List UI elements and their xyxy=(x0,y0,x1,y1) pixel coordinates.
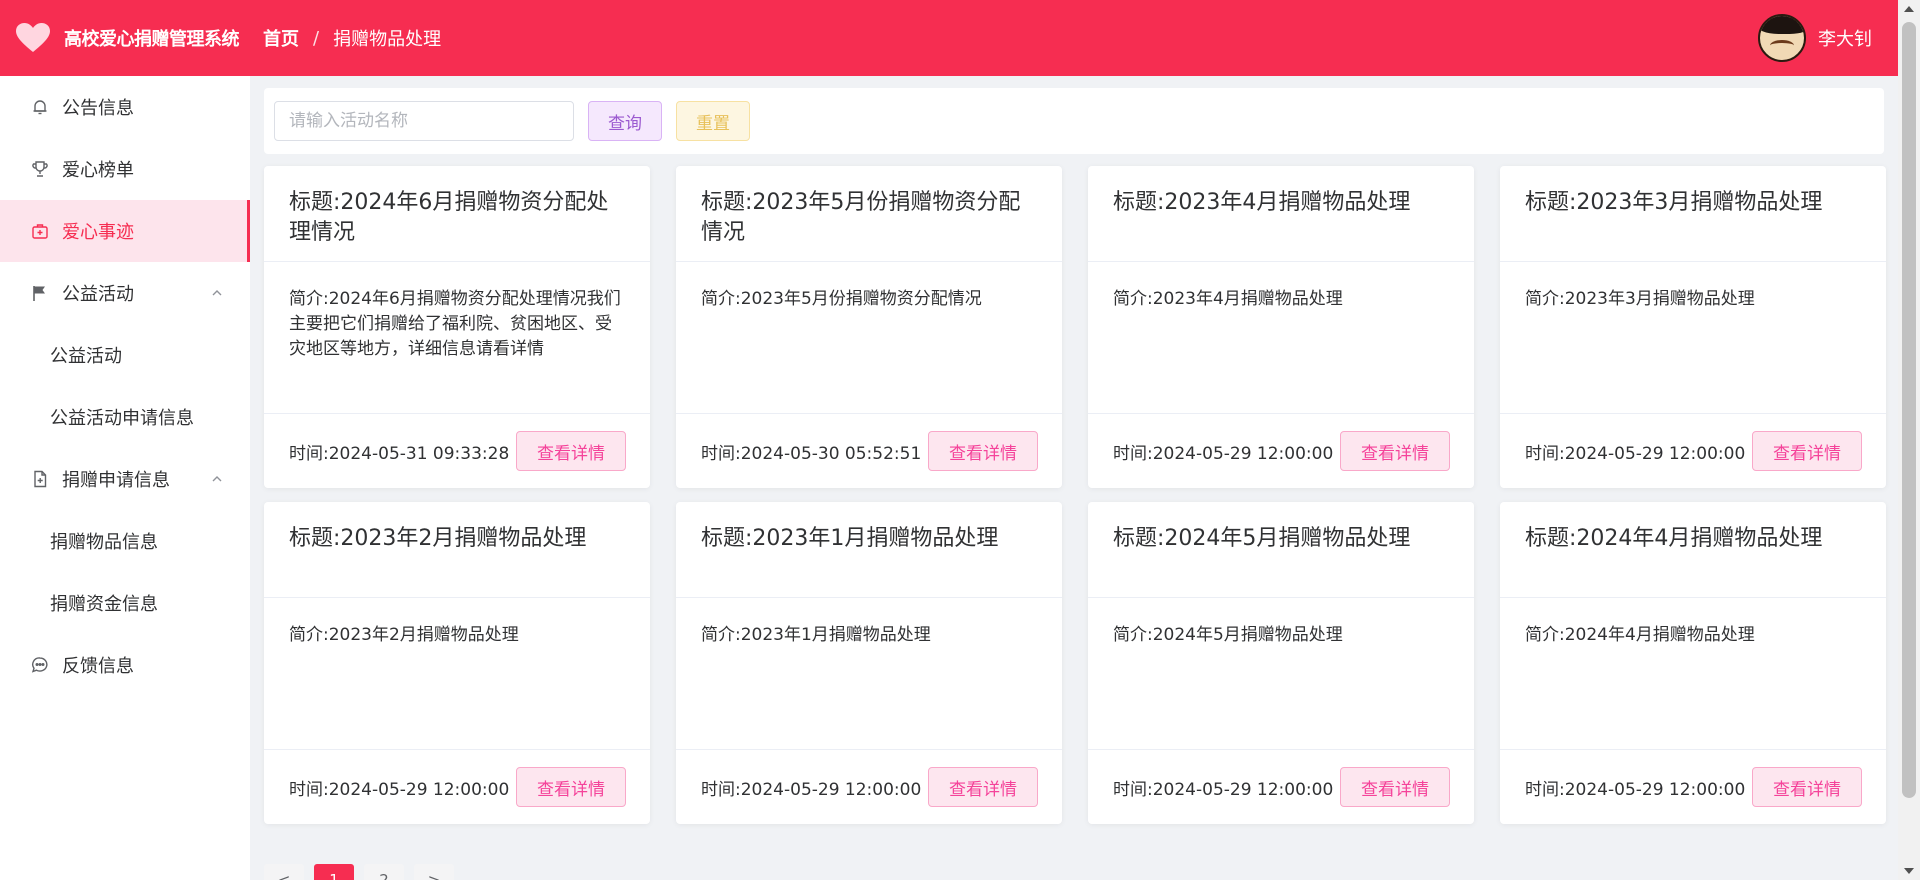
card-time: 时间:2024-05-29 12:00:00 xyxy=(1113,443,1334,464)
view-details-button[interactable]: 查看详情 xyxy=(1340,431,1450,471)
chat-icon xyxy=(30,655,50,675)
search-input[interactable] xyxy=(274,101,574,141)
card-title: 标题:2024年5月捐赠物品处理 xyxy=(1088,502,1474,598)
user-menu[interactable]: 李大钊 xyxy=(1758,0,1872,76)
sidebar-item-donation-applications[interactable]: 捐赠申请信息 xyxy=(0,448,250,510)
view-details-button[interactable]: 查看详情 xyxy=(1340,767,1450,807)
card-intro: 简介:2023年2月捐赠物品处理 xyxy=(264,598,650,750)
sidebar-item-label: 公益活动 xyxy=(50,346,122,367)
story-card: 标题:2024年4月捐赠物品处理 简介:2024年4月捐赠物品处理 时间:202… xyxy=(1500,502,1886,824)
sidebar-item-label: 捐赠申请信息 xyxy=(62,470,170,491)
card-title: 标题:2023年5月份捐赠物资分配情况 xyxy=(676,166,1062,262)
card-time: 时间:2024-05-29 12:00:00 xyxy=(1525,779,1746,800)
pagination: < 1 2 > xyxy=(264,864,464,880)
sidebar-item-feedback[interactable]: 反馈信息 xyxy=(0,634,250,696)
card-time: 时间:2024-05-29 12:00:00 xyxy=(1525,443,1746,464)
card-title: 标题:2023年3月捐赠物品处理 xyxy=(1500,166,1886,262)
page-scrollbar[interactable] xyxy=(1898,0,1920,880)
sidebar-item-label: 公告信息 xyxy=(62,98,134,119)
card-intro: 简介:2023年4月捐赠物品处理 xyxy=(1088,262,1474,414)
heart-logo-icon xyxy=(16,23,50,53)
page-button-1[interactable]: 1 xyxy=(314,864,354,880)
card-time: 时间:2024-05-29 12:00:00 xyxy=(1113,779,1334,800)
story-card: 标题:2023年2月捐赠物品处理 简介:2023年2月捐赠物品处理 时间:202… xyxy=(264,502,650,824)
scroll-down-arrow-icon[interactable] xyxy=(1904,868,1914,874)
sidebar-item-label: 爱心榜单 xyxy=(62,160,134,181)
sidebar-item-label: 公益活动 xyxy=(62,284,134,305)
card-time: 时间:2024-05-31 09:33:28 xyxy=(289,443,510,464)
view-details-button[interactable]: 查看详情 xyxy=(1752,767,1862,807)
story-card: 标题:2023年5月份捐赠物资分配情况 简介:2023年5月份捐赠物资分配情况 … xyxy=(676,166,1062,488)
scrollbar-thumb[interactable] xyxy=(1902,22,1916,798)
query-button[interactable]: 查询 xyxy=(588,101,662,141)
sidebar: 公告信息 爱心榜单 爱心事迹 公益活动 公益活动 公益活动申请信息 捐赠申请信息… xyxy=(0,76,250,880)
main-content: 查询 重置 标题:2024年6月捐赠物资分配处理情况 简介:2024年6月捐赠物… xyxy=(250,76,1898,880)
card-title: 标题:2023年1月捐赠物品处理 xyxy=(676,502,1062,598)
sidebar-item-label: 捐赠物品信息 xyxy=(50,532,158,553)
view-details-button[interactable]: 查看详情 xyxy=(928,431,1038,471)
avatar[interactable] xyxy=(1758,14,1806,62)
card-title: 标题:2023年2月捐赠物品处理 xyxy=(264,502,650,598)
prev-page-button[interactable]: < xyxy=(264,864,304,880)
first-aid-kit-icon xyxy=(30,221,50,241)
app-title: 高校爱心捐赠管理系统 xyxy=(64,29,240,50)
story-card: 标题:2023年3月捐赠物品处理 简介:2023年3月捐赠物品处理 时间:202… xyxy=(1500,166,1886,488)
breadcrumb-home-link[interactable]: 首页 xyxy=(263,25,299,51)
chevron-up-icon xyxy=(210,284,224,298)
card-title: 标题:2023年4月捐赠物品处理 xyxy=(1088,166,1474,262)
breadcrumb-separator: / xyxy=(313,27,320,49)
search-bar: 查询 重置 xyxy=(264,88,1884,154)
bell-icon xyxy=(30,97,50,117)
card-title: 标题:2024年4月捐赠物品处理 xyxy=(1500,502,1886,598)
card-intro: 简介:2024年4月捐赠物品处理 xyxy=(1500,598,1886,750)
document-add-icon xyxy=(30,469,50,489)
sidebar-item-label: 反馈信息 xyxy=(62,656,134,677)
sidebar-item-activity-applications[interactable]: 公益活动申请信息 xyxy=(0,386,250,448)
story-card: 标题:2024年6月捐赠物资分配处理情况 简介:2024年6月捐赠物资分配处理情… xyxy=(264,166,650,488)
page-button-2[interactable]: 2 xyxy=(364,864,404,880)
story-card: 标题:2023年1月捐赠物品处理 简介:2023年1月捐赠物品处理 时间:202… xyxy=(676,502,1062,824)
card-time: 时间:2024-05-30 05:52:51 xyxy=(701,443,922,464)
breadcrumb: 首页 / 捐赠物品处理 xyxy=(263,25,441,51)
view-details-button[interactable]: 查看详情 xyxy=(516,767,626,807)
reset-button[interactable]: 重置 xyxy=(676,101,750,141)
sidebar-item-label: 爱心事迹 xyxy=(62,222,134,243)
card-title: 标题:2024年6月捐赠物资分配处理情况 xyxy=(264,166,650,262)
trophy-icon xyxy=(30,159,50,179)
user-name[interactable]: 李大钊 xyxy=(1818,25,1872,51)
sidebar-item-love-stories[interactable]: 爱心事迹 xyxy=(0,200,250,262)
card-intro: 简介:2023年1月捐赠物品处理 xyxy=(676,598,1062,750)
sidebar-item-charity-activities[interactable]: 公益活动 xyxy=(0,262,250,324)
card-intro: 简介:2023年3月捐赠物品处理 xyxy=(1500,262,1886,414)
top-header: 高校爱心捐赠管理系统 首页 / 捐赠物品处理 李大钊 xyxy=(0,0,1898,76)
story-card: 标题:2023年4月捐赠物品处理 简介:2023年4月捐赠物品处理 时间:202… xyxy=(1088,166,1474,488)
story-card: 标题:2024年5月捐赠物品处理 简介:2024年5月捐赠物品处理 时间:202… xyxy=(1088,502,1474,824)
chevron-up-icon xyxy=(210,470,224,484)
view-details-button[interactable]: 查看详情 xyxy=(928,767,1038,807)
sidebar-item-label: 捐赠资金信息 xyxy=(50,594,158,615)
sidebar-item-label: 公益活动申请信息 xyxy=(50,408,194,429)
card-time: 时间:2024-05-29 12:00:00 xyxy=(289,779,510,800)
scroll-up-arrow-icon[interactable] xyxy=(1904,6,1914,12)
card-intro: 简介:2023年5月份捐赠物资分配情况 xyxy=(676,262,1062,414)
sidebar-item-leaderboard[interactable]: 爱心榜单 xyxy=(0,138,250,200)
sidebar-item-charity-activity[interactable]: 公益活动 xyxy=(0,324,250,386)
sidebar-item-announcements[interactable]: 公告信息 xyxy=(0,76,250,138)
view-details-button[interactable]: 查看详情 xyxy=(1752,431,1862,471)
sidebar-item-donated-funds[interactable]: 捐赠资金信息 xyxy=(0,572,250,634)
view-details-button[interactable]: 查看详情 xyxy=(516,431,626,471)
flag-icon xyxy=(30,283,50,303)
card-time: 时间:2024-05-29 12:00:00 xyxy=(701,779,922,800)
card-intro: 简介:2024年5月捐赠物品处理 xyxy=(1088,598,1474,750)
card-intro: 简介:2024年6月捐赠物资分配处理情况我们主要把它们捐赠给了福利院、贫困地区、… xyxy=(264,262,650,414)
breadcrumb-current: 捐赠物品处理 xyxy=(333,29,442,50)
next-page-button[interactable]: > xyxy=(414,864,454,880)
sidebar-item-donated-goods[interactable]: 捐赠物品信息 xyxy=(0,510,250,572)
